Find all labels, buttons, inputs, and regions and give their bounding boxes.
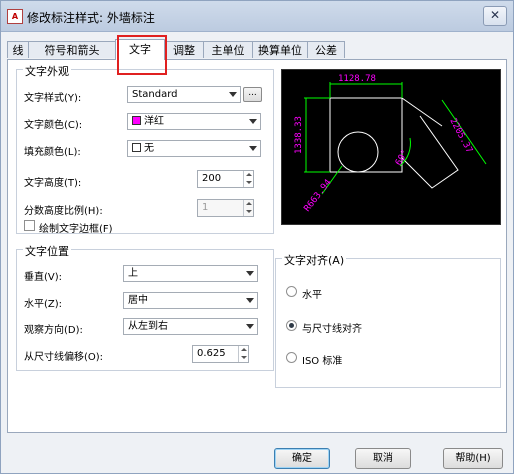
window-title: 修改标注样式: 外墙标注 [27,11,155,25]
text-height-input[interactable]: 200 [197,170,254,188]
vertical-select[interactable]: 上 [123,265,258,282]
spin-down-icon[interactable] [243,179,253,187]
dimension-preview: 1128.78 1338.33 2205.37 R663.94 60° [281,69,501,225]
spin-up-icon[interactable] [243,200,253,208]
align-iso-label: ISO 标准 [302,356,343,367]
chevron-down-icon [229,92,237,97]
text-style-browse-button[interactable]: ... [243,87,262,102]
draw-frame-label: 绘制文字边框(F) [39,224,113,235]
tab-fit[interactable]: 调整 [164,41,204,58]
text-appearance-group: 文字外观 文字样式(Y): Standard ... 文字颜色(C): 洋红 填… [16,63,274,235]
align-with-dimline-radio[interactable] [286,320,297,331]
dim-text-left: 1338.33 [294,116,304,154]
title-bar[interactable]: A 修改标注样式: 外墙标注 ✕ [1,1,513,32]
dim-text-right: 2205.37 [447,117,474,155]
dim-text-radius: R663.94 [302,178,333,214]
offset-input[interactable]: 0.625 [192,345,249,363]
text-style-label: 文字样式(Y): [24,93,82,104]
dim-text-top: 1128.78 [338,74,376,84]
fraction-scale-input[interactable]: 1 [197,199,254,217]
fraction-scale-label: 分数高度比例(H): [24,206,103,217]
text-color-label: 文字颜色(C): [24,120,83,131]
help-button[interactable]: 帮助(H) [443,448,503,469]
text-appearance-title: 文字外观 [23,63,71,79]
vertical-label: 垂直(V): [24,272,63,283]
offset-value: 0.625 [197,348,226,359]
cancel-button[interactable]: 取消 [355,448,411,469]
fraction-scale-value: 1 [202,202,209,213]
align-horizontal-radio[interactable] [286,286,297,297]
chevron-down-icon [246,271,254,276]
spin-down-icon[interactable] [243,208,253,216]
fill-color-value: 无 [144,143,154,154]
text-style-value: Standard [132,89,178,100]
chevron-down-icon [249,119,257,124]
spin-up-icon[interactable] [238,346,248,354]
chevron-down-icon [246,324,254,329]
spin-down-icon[interactable] [238,354,248,362]
align-horizontal-label: 水平 [302,290,322,301]
text-color-select[interactable]: 洋红 [127,113,261,130]
text-alignment-title: 文字对齐(A) [282,252,347,268]
view-direction-select[interactable]: 从左到右 [123,318,258,335]
text-height-value: 200 [202,173,222,184]
tab-text[interactable]: 文字 [115,39,165,60]
fill-color-select[interactable]: 无 [127,140,261,157]
chevron-down-icon [246,298,254,303]
magenta-swatch-icon [132,116,141,125]
fill-color-label: 填充颜色(L): [24,147,81,158]
text-placement-group: 文字位置 垂直(V): 上 水平(Z): 居中 观察方向(D): 从左到右 从尺… [16,243,274,371]
preview-dim-texts: 1128.78 1338.33 2205.37 R663.94 60° [294,74,474,214]
tab-lines[interactable]: 线 [7,41,29,58]
tab-symbols-arrows[interactable]: 符号和箭头 [28,41,116,58]
horizontal-value: 居中 [128,295,148,306]
text-placement-title: 文字位置 [23,243,71,259]
view-direction-value: 从左到右 [128,321,168,332]
align-with-dimline-label: 与尺寸线对齐 [302,324,362,335]
text-color-value: 洋红 [144,116,164,127]
horizontal-label: 水平(Z): [24,299,63,310]
draw-frame-checkbox[interactable] [24,220,35,231]
close-button[interactable]: ✕ [483,6,507,26]
spin-up-icon[interactable] [243,171,253,179]
align-iso-radio[interactable] [286,352,297,363]
tab-primary-units[interactable]: 主单位 [203,41,253,58]
chevron-down-icon [249,146,257,151]
dialog-window: A 修改标注样式: 外墙标注 ✕ 线 符号和箭头 文字 调整 主单位 换算单位 … [0,0,514,474]
autocad-icon: A [7,9,23,24]
horizontal-select[interactable]: 居中 [123,292,258,309]
text-style-select[interactable]: Standard [127,86,241,103]
vertical-value: 上 [128,268,138,279]
tab-tolerances[interactable]: 公差 [307,41,345,58]
offset-label: 从尺寸线偏移(O): [24,352,104,363]
text-height-label: 文字高度(T): [24,178,82,189]
view-direction-label: 观察方向(D): [24,325,83,336]
tab-alternate-units[interactable]: 换算单位 [252,41,308,58]
ok-button[interactable]: 确定 [274,448,330,469]
empty-swatch-icon [132,143,141,152]
text-alignment-group: 文字对齐(A) 水平 与尺寸线对齐 ISO 标准 [275,252,501,388]
preview-drawing: 1128.78 1338.33 2205.37 R663.94 60° [294,74,487,214]
preview-geometry [329,97,459,189]
